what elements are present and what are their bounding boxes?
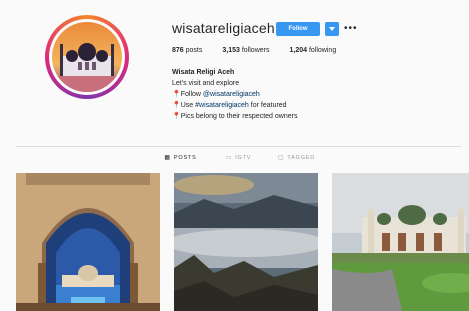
profile-avatar-ring[interactable] (45, 15, 129, 99)
bio-line-3: 📍Use #wisatareligiaceh for featured (172, 100, 297, 111)
tabs-divider (16, 146, 461, 147)
avatar-mosque-image (52, 22, 122, 92)
post-thumbnail[interactable] (174, 173, 318, 311)
profile-bio: Wisata Religi Aceh Let's visit and explo… (172, 67, 297, 122)
chevron-down-icon (329, 27, 335, 31)
mosque-field-image (332, 173, 469, 311)
tab-igtv-label: IGTV (235, 154, 252, 161)
bio-line-1: Let's visit and explore (172, 80, 240, 87)
post-thumbnail[interactable] (16, 173, 160, 311)
pin-icon: 📍 (172, 102, 181, 109)
tab-igtv[interactable]: ▭ IGTV (210, 154, 268, 162)
tv-icon: ▭ (225, 155, 233, 161)
bio-mention-link[interactable]: @wisatareligiaceh (203, 91, 260, 98)
profile-stats: 876 posts 3,153 followers 1,204 followin… (172, 47, 336, 54)
followers-count: 3,153 (222, 47, 240, 54)
grid-icon: ▦ (164, 155, 171, 161)
follow-button[interactable]: Follow (276, 22, 320, 36)
posts-label: posts (185, 47, 203, 54)
followers-label: followers (241, 47, 270, 54)
bio-line-3-prefix: Use (180, 102, 196, 109)
more-options-button[interactable]: ••• (344, 22, 358, 36)
posts-grid (16, 173, 469, 311)
profile-full-name: Wisata Religi Aceh (172, 69, 235, 76)
suggested-dropdown-button[interactable] (325, 22, 339, 36)
tab-posts-label: POSTS (173, 154, 197, 161)
posts-stat: 876 posts (172, 47, 202, 54)
following-stat[interactable]: 1,204 following (289, 47, 336, 54)
pin-icon: 📍 (172, 113, 181, 120)
posts-count: 876 (172, 47, 184, 54)
misty-mountain-image (174, 173, 318, 311)
tab-posts[interactable]: ▦ POSTS (152, 154, 210, 162)
profile-username: wisatareligiaceh (172, 20, 275, 36)
tab-tagged-label: TAGGED (287, 154, 316, 161)
tab-tagged[interactable]: ▢ TAGGED (268, 154, 326, 162)
bio-line-2: 📍Follow @wisatareligiaceh (172, 89, 297, 100)
mosque-arch-image (16, 173, 160, 311)
pin-icon: 📍 (172, 91, 181, 98)
bio-line-4: 📍Pics belong to their respected owners (172, 111, 297, 122)
profile-tabs: ▦ POSTS ▭ IGTV ▢ TAGGED (16, 154, 461, 162)
bio-hashtag-link[interactable]: #wisatareligiaceh (195, 102, 249, 109)
post-thumbnail[interactable] (332, 173, 469, 311)
bio-line-2-prefix: Follow (180, 91, 203, 98)
bio-line-4-text: Pics belong to their respected owners (180, 113, 298, 120)
profile-avatar[interactable] (49, 19, 125, 95)
following-count: 1,204 (289, 47, 308, 54)
followers-stat[interactable]: 3,153 followers (222, 47, 269, 54)
following-label: following (308, 47, 337, 54)
tag-icon: ▢ (277, 155, 285, 161)
bio-line-3-suffix: for featured (248, 102, 287, 109)
